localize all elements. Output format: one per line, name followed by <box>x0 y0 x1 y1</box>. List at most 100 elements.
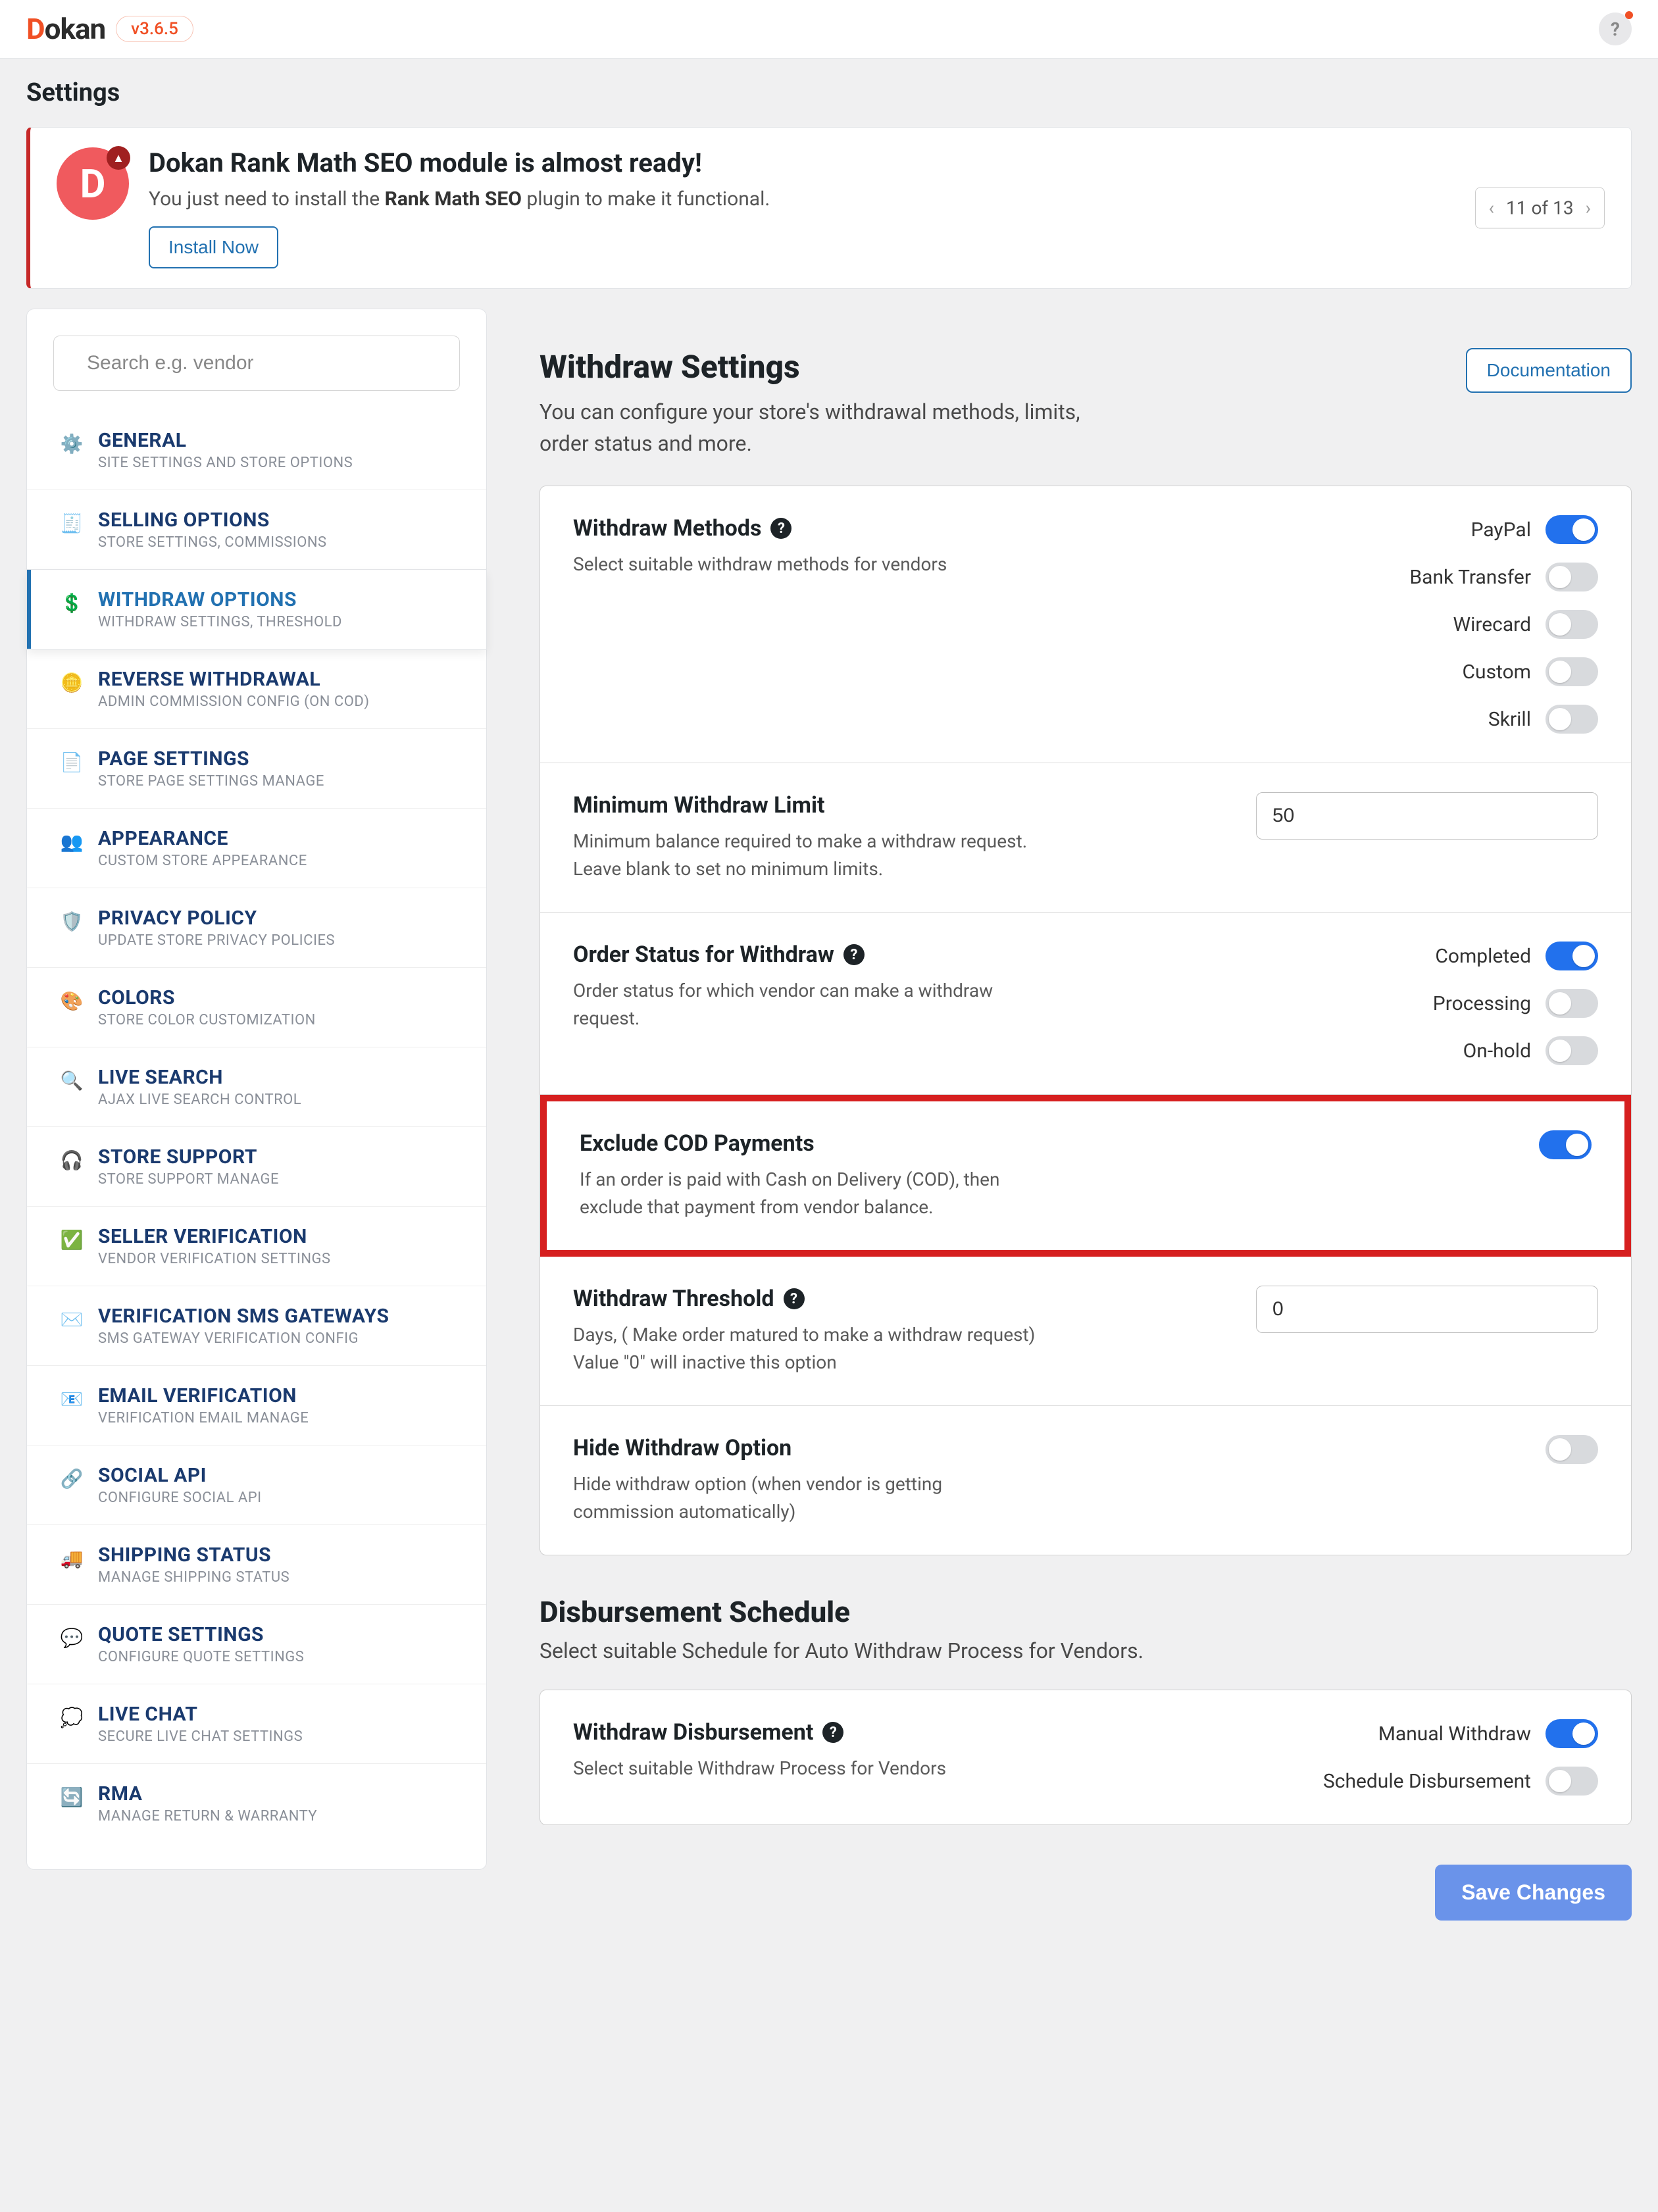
withdraw-method-label: Skrill <box>1488 708 1531 731</box>
nav-page[interactable]: 📄 PAGE SETTINGS STORE PAGE SETTINGS MANAGE <box>27 729 486 809</box>
search-input[interactable] <box>87 352 440 374</box>
exclude-cod-desc: If an order is paid with Cash on Deliver… <box>580 1166 1053 1221</box>
order-status-desc: Order status for which vendor can make a… <box>573 977 1047 1032</box>
nav-privacy-icon: 🛡️ <box>60 909 84 933</box>
help-icon[interactable]: ? <box>784 1288 805 1309</box>
nav-label: GENERAL <box>98 429 353 452</box>
exclude-cod-row: Exclude COD Payments If an order is paid… <box>540 1095 1631 1257</box>
order-status-option: On-hold <box>1463 1036 1598 1065</box>
nav-desc: CONFIGURE QUOTE SETTINGS <box>98 1649 304 1665</box>
brand-logo: Dokan v3.6.5 <box>26 12 193 46</box>
nav-colors-icon: 🎨 <box>60 989 84 1013</box>
withdraw-method-toggle[interactable] <box>1545 657 1598 686</box>
withdraw-methods-desc: Select suitable withdraw methods for ven… <box>573 551 1047 578</box>
pager-text: 11 of 13 <box>1506 197 1574 219</box>
notice-card: D Dokan Rank Math SEO module is almost r… <box>26 127 1632 289</box>
nav-label: STORE SUPPORT <box>98 1145 279 1169</box>
withdraw-methods-row: Withdraw Methods ? Select suitable withd… <box>540 486 1631 763</box>
nav-appearance-icon: 👥 <box>60 830 84 853</box>
pager-next-icon[interactable]: › <box>1586 197 1591 219</box>
notice-text: You just need to install the Rank Math S… <box>149 188 770 211</box>
nav-label: WITHDRAW OPTIONS <box>98 588 342 611</box>
order-status-option: Completed <box>1435 942 1598 970</box>
nav-label: LIVE CHAT <box>98 1703 303 1726</box>
nav-sellerverif[interactable]: ✅ SELLER VERIFICATION VENDOR VERIFICATION … <box>27 1207 486 1286</box>
install-now-button[interactable]: Install Now <box>149 226 278 268</box>
withdraw-method-toggle[interactable] <box>1545 705 1598 734</box>
min-limit-input[interactable] <box>1256 792 1598 840</box>
nav-label: SELLER VERIFICATION <box>98 1225 331 1248</box>
nav-desc: VERIFICATION EMAIL MANAGE <box>98 1410 309 1426</box>
disbursement-toggle[interactable] <box>1545 1767 1598 1796</box>
notice-pager: ‹ 11 of 13 › <box>1475 188 1605 229</box>
nav-desc: SITE SETTINGS AND STORE OPTIONS <box>98 455 353 471</box>
nav-support[interactable]: 🎧STORE SUPPORTSTORE SUPPORT MANAGE <box>27 1127 486 1207</box>
nav-selling[interactable]: 🧾SELLING OPTIONSSTORE SETTINGS, COMMISSI… <box>27 490 486 570</box>
nav-desc: STORE PAGE SETTINGS MANAGE <box>98 773 324 790</box>
section-title: Withdraw Settings <box>540 348 1132 386</box>
pager-prev-icon[interactable]: ‹ <box>1489 197 1494 219</box>
order-status-toggle[interactable] <box>1545 989 1598 1018</box>
nav-livesearch[interactable]: 🔍LIVE SEARCHAJAX LIVE SEARCH CONTROL <box>27 1047 486 1127</box>
nav-withdraw[interactable]: 💲WITHDRAW OPTIONSWITHDRAW SETTINGS, THRE… <box>27 570 486 649</box>
nav-reverse[interactable]: 🪙REVERSE WITHDRAWALADMIN COMMISSION CONF… <box>27 649 486 729</box>
withdraw-method-toggle[interactable] <box>1545 610 1598 639</box>
withdraw-method-label: PayPal <box>1471 518 1531 541</box>
help-icon[interactable]: ? <box>822 1722 843 1743</box>
disbursement-label: Schedule Disbursement <box>1323 1770 1531 1793</box>
exclude-cod-toggle[interactable] <box>1539 1130 1592 1159</box>
withdraw-method-toggle[interactable] <box>1545 563 1598 591</box>
nav-label: SELLING OPTIONS <box>98 509 327 532</box>
search-box[interactable] <box>53 336 460 391</box>
nav-livechat[interactable]: 💭LIVE CHATSECURE LIVE CHAT SETTINGS <box>27 1684 486 1764</box>
withdraw-method-toggle[interactable] <box>1545 515 1598 544</box>
nav-general[interactable]: ⚙️GENERALSITE SETTINGS AND STORE OPTIONS <box>27 411 486 490</box>
nav-label: SHIPPING STATUS <box>98 1544 289 1567</box>
disbursement-row: Withdraw Disbursement ? Select suitable … <box>540 1690 1631 1824</box>
nav-selling-icon: 🧾 <box>60 511 84 535</box>
nav-quote-icon: 💬 <box>60 1626 84 1649</box>
nav-rma-icon: 🔄 <box>60 1785 84 1809</box>
nav-emailverif[interactable]: 📧EMAIL VERIFICATIONVERIFICATION EMAIL MA… <box>27 1366 486 1445</box>
nav-social-icon: 🔗 <box>60 1467 84 1490</box>
nav-quote[interactable]: 💬QUOTE SETTINGSCONFIGURE QUOTE SETTINGS <box>27 1605 486 1684</box>
nav-privacy[interactable]: 🛡️PRIVACY POLICYUPDATE STORE PRIVACY POL… <box>27 888 486 968</box>
nav-sellerverif-icon: ✅ <box>60 1228 84 1251</box>
brand-rest: okan <box>45 12 106 46</box>
nav-desc: VENDOR VERIFICATION SETTINGS <box>98 1251 331 1267</box>
nav-label: PAGE SETTINGS <box>98 747 324 770</box>
nav-social[interactable]: 🔗SOCIAL APICONFIGURE SOCIAL API <box>27 1445 486 1525</box>
threshold-desc: Days, ( Make order matured to make a wit… <box>573 1321 1047 1376</box>
save-changes-button[interactable]: Save Changes <box>1435 1865 1632 1921</box>
order-status-label: Processing <box>1433 992 1531 1015</box>
threshold-row: Withdraw Threshold ? Days, ( Make order … <box>540 1257 1631 1406</box>
help-button[interactable]: ? <box>1599 13 1632 45</box>
nav-colors[interactable]: 🎨COLORSSTORE COLOR CUSTOMIZATION <box>27 968 486 1047</box>
nav-shipping[interactable]: 🚚SHIPPING STATUSMANAGE SHIPPING STATUS <box>27 1525 486 1605</box>
disbursement-title: Disbursement Schedule <box>540 1595 1632 1629</box>
nav-appearance[interactable]: 👥APPEARANCECUSTOM STORE APPEARANCE <box>27 809 486 888</box>
nav-label: REVERSE WITHDRAWAL <box>98 668 369 691</box>
nav-sms[interactable]: ✉️VERIFICATION SMS GATEWAYSSMS GATEWAY V… <box>27 1286 486 1366</box>
disbursement-row-title: Withdraw Disbursement <box>573 1719 813 1746</box>
nav-desc: ADMIN COMMISSION CONFIG (ON COD) <box>98 693 369 710</box>
notice-brand-icon: D <box>57 147 129 220</box>
nav-page-icon: 📄 <box>60 750 84 774</box>
threshold-input[interactable] <box>1256 1286 1598 1333</box>
nav-livesearch-icon: 🔍 <box>60 1068 84 1092</box>
documentation-button[interactable]: Documentation <box>1466 348 1632 393</box>
nav-label: APPEARANCE <box>98 827 307 850</box>
help-icon[interactable]: ? <box>843 944 865 965</box>
help-icon[interactable]: ? <box>770 518 791 539</box>
nav-desc: SECURE LIVE CHAT SETTINGS <box>98 1728 303 1745</box>
nav-rma[interactable]: 🔄RMAMANAGE RETURN & WARRANTY <box>27 1764 486 1843</box>
nav-label: PRIVACY POLICY <box>98 907 335 930</box>
hide-option-toggle[interactable] <box>1545 1435 1598 1464</box>
section-desc: You can configure your store's withdrawa… <box>540 396 1132 459</box>
order-status-option: Processing <box>1433 989 1598 1018</box>
order-status-toggle[interactable] <box>1545 942 1598 970</box>
order-status-toggle[interactable] <box>1545 1036 1598 1065</box>
nav-label: SOCIAL API <box>98 1464 262 1487</box>
disbursement-label: Manual Withdraw <box>1378 1722 1531 1746</box>
disbursement-toggle[interactable] <box>1545 1719 1598 1748</box>
